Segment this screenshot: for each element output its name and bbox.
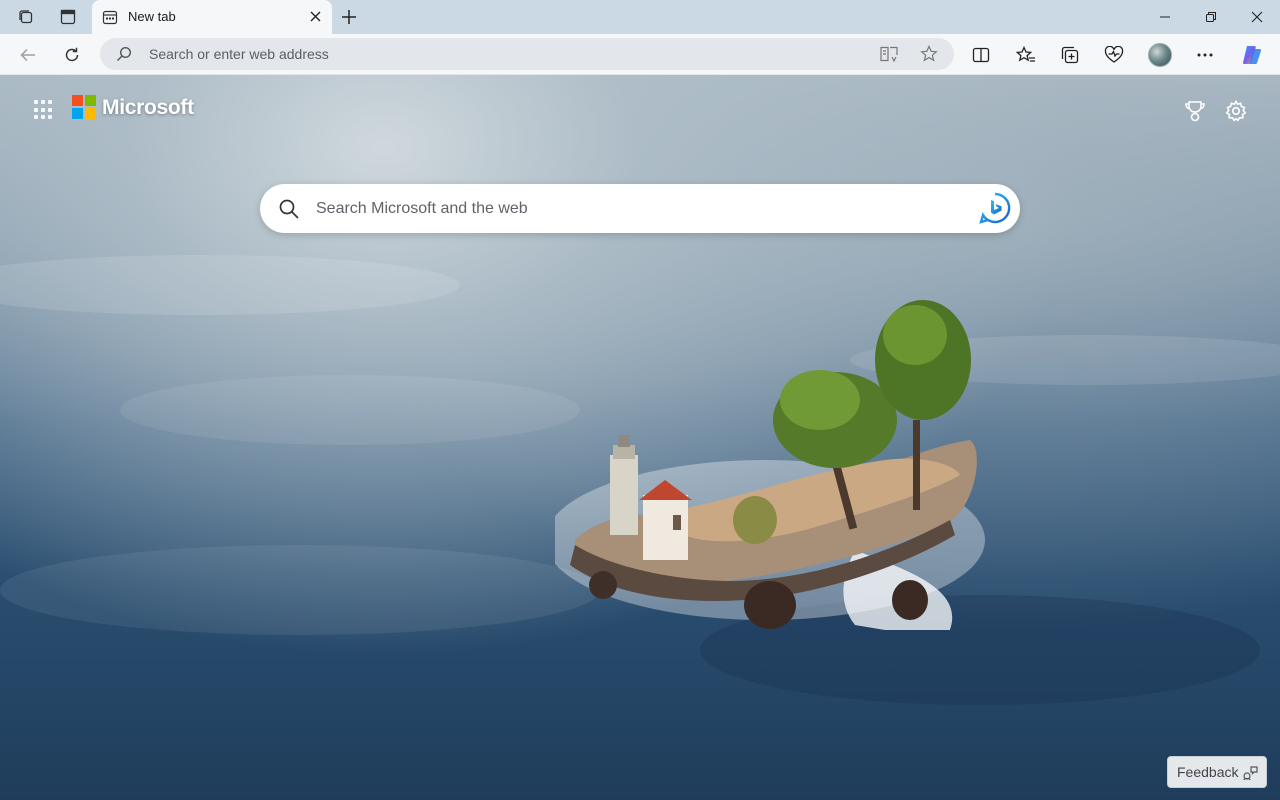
- close-tab-button[interactable]: [306, 7, 324, 25]
- workspaces-button[interactable]: [13, 5, 39, 29]
- close-window-button[interactable]: [1234, 0, 1280, 34]
- microsoft-logo: [72, 95, 96, 119]
- browser-toolbar: Search or enter web address: [0, 34, 1280, 75]
- ntp-search-box[interactable]: Search Microsoft and the web: [260, 184, 1020, 233]
- close-tab-icon: [310, 11, 320, 21]
- split-screen-button[interactable]: [968, 42, 994, 68]
- workspaces-icon: [19, 10, 33, 24]
- favorite-button[interactable]: [918, 44, 940, 64]
- immersive-reader-icon: [880, 46, 898, 63]
- back-icon: [20, 48, 35, 62]
- new-tab-page-background: Microsoft Search Microsoft and the web F…: [0, 75, 1280, 800]
- sea-wave: [120, 375, 580, 445]
- profile-avatar: [1148, 43, 1172, 67]
- rewards-trophy-icon: [1185, 101, 1205, 122]
- new-tab-button[interactable]: [338, 6, 360, 28]
- copilot-icon: [1243, 46, 1261, 64]
- ntp-search-placeholder: Search Microsoft and the web: [316, 200, 528, 217]
- refresh-button[interactable]: [59, 42, 85, 68]
- settings-button[interactable]: [1224, 99, 1248, 123]
- browser-essentials-button[interactable]: [1101, 42, 1127, 68]
- profile-button[interactable]: [1147, 42, 1173, 68]
- favorite-star-icon: [920, 45, 938, 62]
- favorites-button[interactable]: [1013, 42, 1039, 68]
- active-tab[interactable]: New tab: [92, 0, 332, 34]
- feedback-icon: [1243, 766, 1258, 781]
- feedback-button[interactable]: Feedback: [1167, 756, 1267, 788]
- more-button[interactable]: [1192, 42, 1218, 68]
- sea-wave: [0, 255, 460, 315]
- split-screen-icon: [972, 47, 990, 63]
- rewards-button[interactable]: [1183, 99, 1207, 123]
- vertical-tabs-icon: [60, 9, 76, 25]
- favorites-icon: [1016, 46, 1035, 62]
- minimize-button[interactable]: [1142, 0, 1188, 34]
- sea-wave: [0, 545, 600, 635]
- restore-icon: [1206, 12, 1216, 22]
- tab-strip: New tab: [0, 0, 1280, 34]
- copilot-button[interactable]: [1239, 42, 1265, 68]
- vertical-tabs-button[interactable]: [55, 5, 81, 29]
- more-icon: [1197, 53, 1213, 57]
- tab-title: New tab: [128, 9, 176, 24]
- microsoft-wordmark: Microsoft: [102, 96, 194, 119]
- refresh-icon: [65, 47, 79, 62]
- search-icon: [279, 199, 299, 219]
- restore-button[interactable]: [1188, 0, 1234, 34]
- settings-gear-icon: [1225, 100, 1247, 122]
- app-launcher-icon[interactable]: [34, 100, 54, 120]
- back-button[interactable]: [15, 42, 41, 68]
- address-placeholder: Search or enter web address: [149, 46, 329, 62]
- new-tab-plus-icon: [342, 10, 356, 24]
- new-tab-favicon: [102, 10, 118, 25]
- bing-chat-button[interactable]: [978, 191, 1012, 225]
- collections-button[interactable]: [1057, 42, 1083, 68]
- collections-icon: [1061, 46, 1079, 64]
- address-bar[interactable]: Search or enter web address: [100, 38, 954, 70]
- feedback-label: Feedback: [1177, 764, 1239, 780]
- immersive-reader-button[interactable]: [878, 44, 900, 64]
- browser-essentials-icon: [1104, 46, 1124, 63]
- island-lighthouse-image: [555, 300, 985, 630]
- search-icon: [117, 46, 132, 61]
- bing-icon: [979, 192, 1011, 224]
- close-window-icon: [1251, 11, 1263, 23]
- minimize-icon: [1160, 16, 1170, 18]
